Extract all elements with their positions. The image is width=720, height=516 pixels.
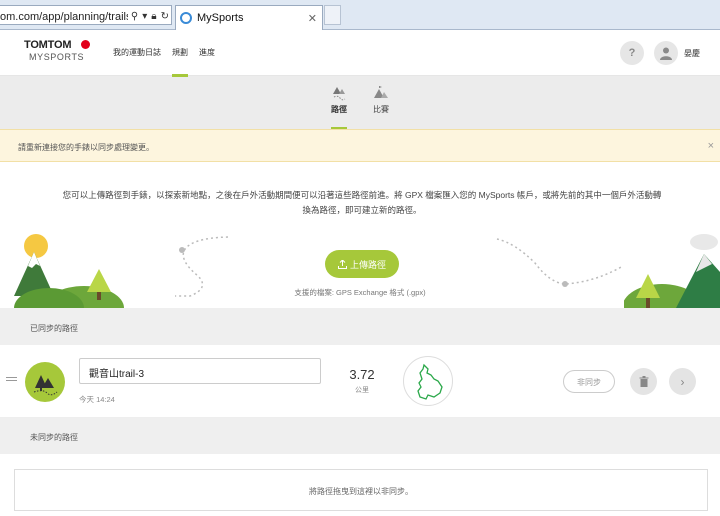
browser-chrome: om.com/app/planning/trails/ ⚲ ▾ 🔒︎ ↻ MyS… (0, 0, 720, 30)
app-header: TOMTOM MYSPORTS 我的運動日誌 規劃 進度 ? 晏慶 (0, 30, 720, 77)
main-nav: 我的運動日誌 規劃 進度 (113, 30, 226, 77)
route-shape-icon (417, 363, 443, 400)
upload-route-button[interactable]: 上傳路徑 (325, 250, 399, 278)
logo-dot-icon (81, 40, 90, 49)
synced-routes-heading: 已同步的路徑 (0, 308, 720, 345)
new-tab-button[interactable] (324, 5, 341, 25)
lock-icon: 🔒︎ (151, 11, 157, 22)
upload-section: 您可以上傳路徑到手錶，以探索新地點，之後在戶外活動期間便可以沿著這些路徑前進。將… (0, 162, 720, 308)
race-icon (374, 86, 388, 98)
nav-item-planning[interactable]: 規劃 (172, 30, 188, 77)
close-icon[interactable]: × (708, 140, 714, 152)
trash-icon (639, 376, 648, 387)
help-button[interactable]: ? (620, 41, 644, 65)
tab-races[interactable]: 比賽 (369, 85, 393, 129)
route-row[interactable]: 觀音山trail-3 今天 14:24 3.72 公里 非同步 › (0, 345, 720, 418)
avatar[interactable] (654, 41, 678, 65)
notice-text: 請重新連接您的手錶以同步處理變更。 (18, 143, 154, 152)
address-bar[interactable]: om.com/app/planning/trails/ ⚲ ▾ 🔒︎ ↻ (0, 5, 172, 25)
route-details-button[interactable]: › (669, 368, 696, 395)
help-icon: ? (628, 47, 636, 59)
distance-unit: 公里 (355, 387, 369, 394)
delete-button[interactable] (630, 368, 657, 395)
upload-button-label: 上傳路徑 (349, 259, 386, 270)
planning-subtabs: 路徑 比賽 (0, 76, 720, 129)
route-timestamp: 今天 14:24 (79, 395, 115, 404)
browser-tab[interactable]: MySports ✕ (175, 5, 323, 30)
intro-text: 您可以上傳路徑到手錶，以探索新地點，之後在戶外活動期間便可以沿著這些路徑前進。將… (62, 190, 662, 215)
route-distance: 3.72 (349, 367, 375, 382)
nav-item-activity-log[interactable]: 我的運動日誌 (113, 30, 161, 76)
route-avatar (25, 362, 65, 402)
favicon-icon (180, 12, 192, 24)
tab-trails-label: 路徑 (331, 105, 347, 114)
route-map-thumbnail[interactable] (403, 356, 453, 406)
route-name-input[interactable]: 觀音山trail-3 (79, 358, 321, 384)
tomtom-logo[interactable]: TOMTOM MYSPORTS (24, 39, 90, 62)
nav-item-progress[interactable]: 進度 (199, 30, 215, 76)
trail-route-icon (33, 375, 58, 396)
tab-title: MySports (197, 12, 244, 24)
trail-icon (333, 87, 346, 101)
unsync-button[interactable]: 非同步 (563, 370, 615, 393)
tab-trails[interactable]: 路徑 (327, 85, 351, 129)
close-tab-icon[interactable]: ✕ (308, 12, 317, 25)
unsynced-routes-heading: 未同步的路徑 (0, 418, 720, 454)
user-name[interactable]: 晏慶 (684, 48, 700, 59)
refresh-icon[interactable]: ↻ (161, 11, 169, 22)
supported-formats: 支援的檔案: GPS Exchange 格式 (.gpx) (294, 288, 426, 297)
landscape-illustration-right (624, 234, 720, 308)
search-icon[interactable]: ⚲ (131, 11, 138, 22)
chevron-right-icon: › (680, 374, 685, 389)
tab-races-label: 比賽 (373, 105, 389, 114)
upload-icon (337, 259, 347, 269)
sync-notice: 請重新連接您的手錶以同步處理變更。 × (0, 129, 720, 162)
drag-handle-icon[interactable] (6, 377, 17, 383)
unsync-dropzone[interactable]: 將路徑拖曳到這裡以非同步。 (14, 469, 708, 511)
address-url[interactable]: om.com/app/planning/trails/ (0, 11, 128, 23)
dropdown-icon[interactable]: ▾ (142, 11, 147, 22)
user-icon (660, 47, 672, 60)
